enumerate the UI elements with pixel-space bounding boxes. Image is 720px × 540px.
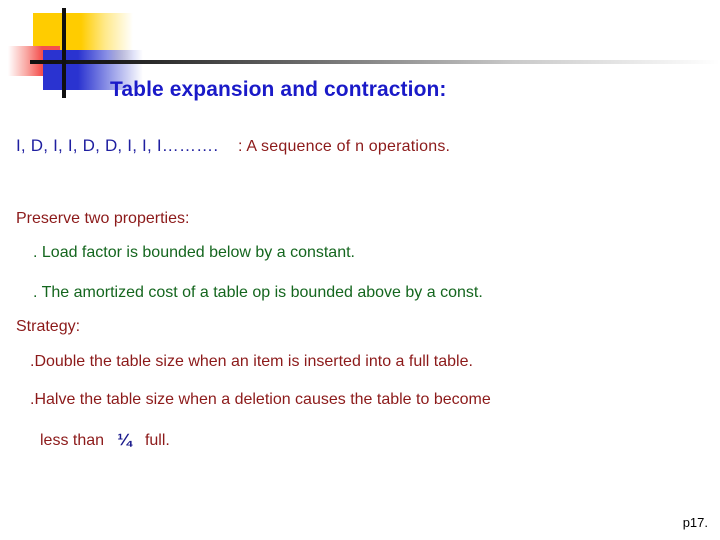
property-item-1: . Load factor is bounded below by a cons… bbox=[33, 244, 355, 261]
property-item-2: . The amortized cost of a table op is bo… bbox=[33, 284, 483, 301]
page-number: p17. bbox=[682, 515, 708, 530]
strategy-item-2-suffix: full. bbox=[144, 432, 170, 449]
strategy-item-2-continuation: less than ¼ full. bbox=[40, 430, 170, 450]
vertical-rule bbox=[62, 8, 66, 98]
strategy-item-2-prefix: less than bbox=[40, 432, 105, 449]
operation-sequence-description: : A sequence of n operations. bbox=[238, 138, 451, 155]
strategy-item-2: .Halve the table size when a deletion ca… bbox=[30, 391, 491, 408]
preserve-heading: Preserve two properties: bbox=[16, 210, 190, 227]
operation-sequence-line: I, D, I, I, D, D, I, I, I………. : A sequen… bbox=[16, 136, 450, 156]
operation-sequence: I, D, I, I, D, D, I, I, I………. bbox=[16, 136, 219, 155]
strategy-item-1: .Double the table size when an item is i… bbox=[30, 353, 473, 370]
fraction-one-quarter: ¼ bbox=[117, 430, 132, 449]
horizontal-rule bbox=[30, 60, 720, 64]
strategy-heading: Strategy: bbox=[16, 318, 81, 335]
slide-title: Table expansion and contraction: bbox=[110, 78, 447, 101]
